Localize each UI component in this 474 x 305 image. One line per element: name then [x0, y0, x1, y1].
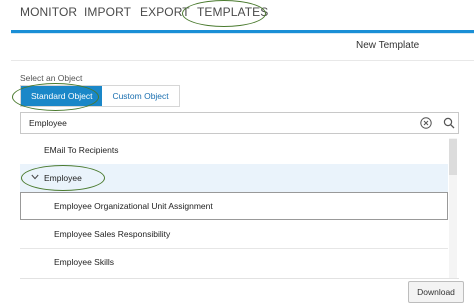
custom-object-button[interactable]: Custom Object — [102, 86, 179, 106]
list-item-label: Employee Sales Responsibility — [54, 229, 171, 239]
standard-object-button[interactable]: Standard Object — [21, 86, 103, 106]
panel-title: New Template — [356, 40, 420, 51]
chevron-down-icon[interactable] — [31, 174, 39, 180]
footer-divider — [20, 278, 459, 279]
search-input-value: Employee — [29, 118, 67, 128]
list-item-employee[interactable]: Employee — [20, 164, 448, 192]
object-type-segmented: Standard Object Custom Object — [20, 85, 180, 107]
tab-monitor[interactable]: MONITOR — [20, 5, 77, 19]
tab-bar: MONITOR IMPORT EXPORT TEMPLATES — [0, 0, 474, 27]
list-item[interactable]: EMail To Recipients — [20, 136, 448, 164]
tab-templates[interactable]: TEMPLATES — [197, 5, 268, 19]
object-list: EMail To Recipients Employee Employee Or… — [20, 136, 459, 278]
search-input[interactable]: Employee — [20, 112, 459, 134]
tab-export[interactable]: EXPORT — [140, 5, 190, 19]
tab-underline-shadow — [11, 33, 474, 34]
list-scrollbar-thumb[interactable] — [449, 139, 457, 175]
select-object-label: Select an Object — [20, 73, 83, 83]
panel-divider — [11, 60, 474, 61]
clear-search-icon[interactable] — [420, 117, 432, 129]
list-item[interactable]: Employee Organizational Unit Assignment — [20, 192, 448, 220]
download-button[interactable]: Download — [408, 281, 464, 303]
list-item[interactable]: Employee Sales Responsibility — [20, 220, 448, 248]
list-item-label: Employee Organizational Unit Assignment — [54, 201, 213, 211]
list-item[interactable]: Employee Skills — [20, 248, 448, 276]
list-item-label: Employee Skills — [54, 257, 114, 267]
list-item-label: EMail To Recipients — [44, 145, 119, 155]
list-item-label: Employee — [44, 173, 82, 183]
search-icon[interactable] — [443, 117, 455, 129]
tab-import[interactable]: IMPORT — [84, 5, 131, 19]
